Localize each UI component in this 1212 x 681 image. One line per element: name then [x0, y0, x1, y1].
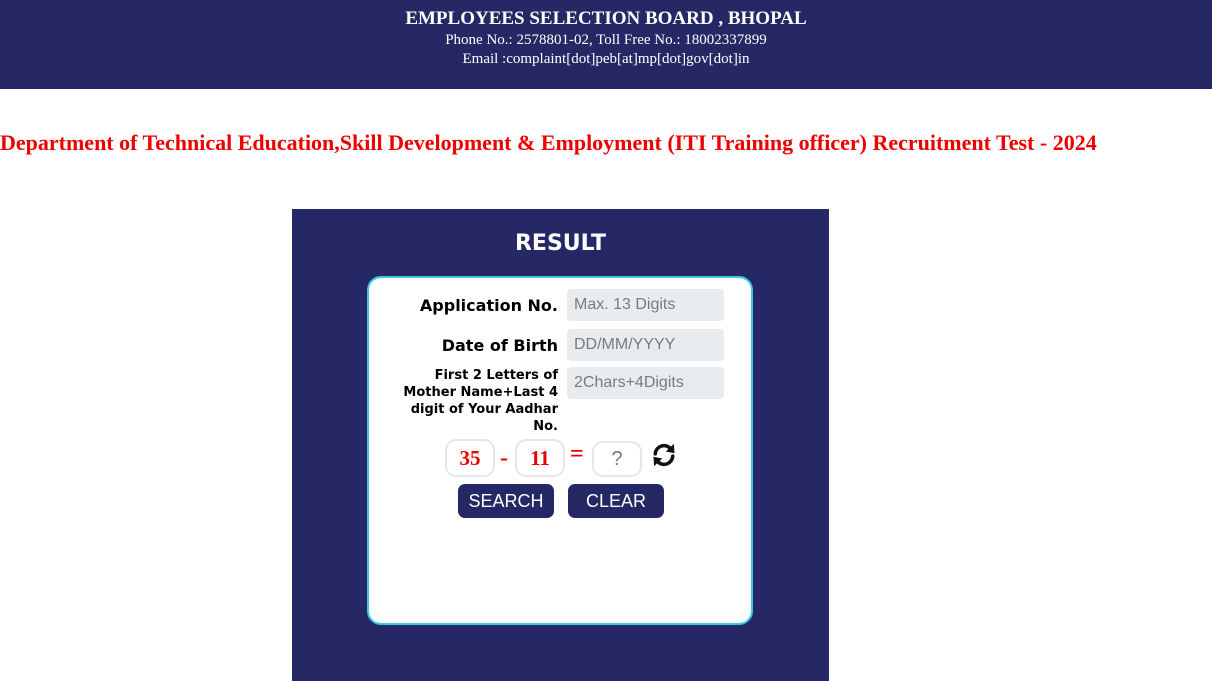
result-panel: RESULT Application No. Date of Birth Fir…: [292, 209, 829, 681]
mother-aadhar-label: First 2 Letters of Mother Name+Last 4 di…: [403, 368, 558, 434]
contact-email: Email :complaint[dot]peb[at]mp[dot]gov[d…: [462, 51, 750, 67]
mother-aadhar-input[interactable]: [567, 367, 724, 399]
captcha-operand-b: 11: [515, 439, 565, 477]
captcha-operand-a: 35: [445, 439, 495, 477]
contact-phone: Phone No.: 2578801-02, Toll Free No.: 18…: [445, 32, 767, 48]
result-form: Application No. Date of Birth First 2 Le…: [367, 276, 753, 625]
site-header: EMPLOYEES SELECTION BOARD , BHOPAL Phone…: [0, 0, 1212, 89]
organization-name: EMPLOYEES SELECTION BOARD , BHOPAL: [405, 8, 807, 29]
captcha-equals: =: [570, 441, 584, 467]
captcha-answer-input[interactable]: [592, 441, 642, 477]
date-of-birth-label: Date of Birth: [441, 336, 558, 355]
application-no-label: Application No.: [419, 296, 558, 315]
result-heading: RESULT: [514, 231, 607, 256]
search-button[interactable]: SEARCH: [458, 484, 554, 518]
page-title: Department of Technical Education,Skill …: [0, 130, 1097, 155]
application-no-input[interactable]: [567, 289, 724, 321]
refresh-icon[interactable]: [650, 441, 678, 469]
date-of-birth-input[interactable]: [567, 329, 724, 361]
clear-button[interactable]: CLEAR: [568, 484, 664, 518]
captcha-operator: -: [500, 445, 508, 471]
